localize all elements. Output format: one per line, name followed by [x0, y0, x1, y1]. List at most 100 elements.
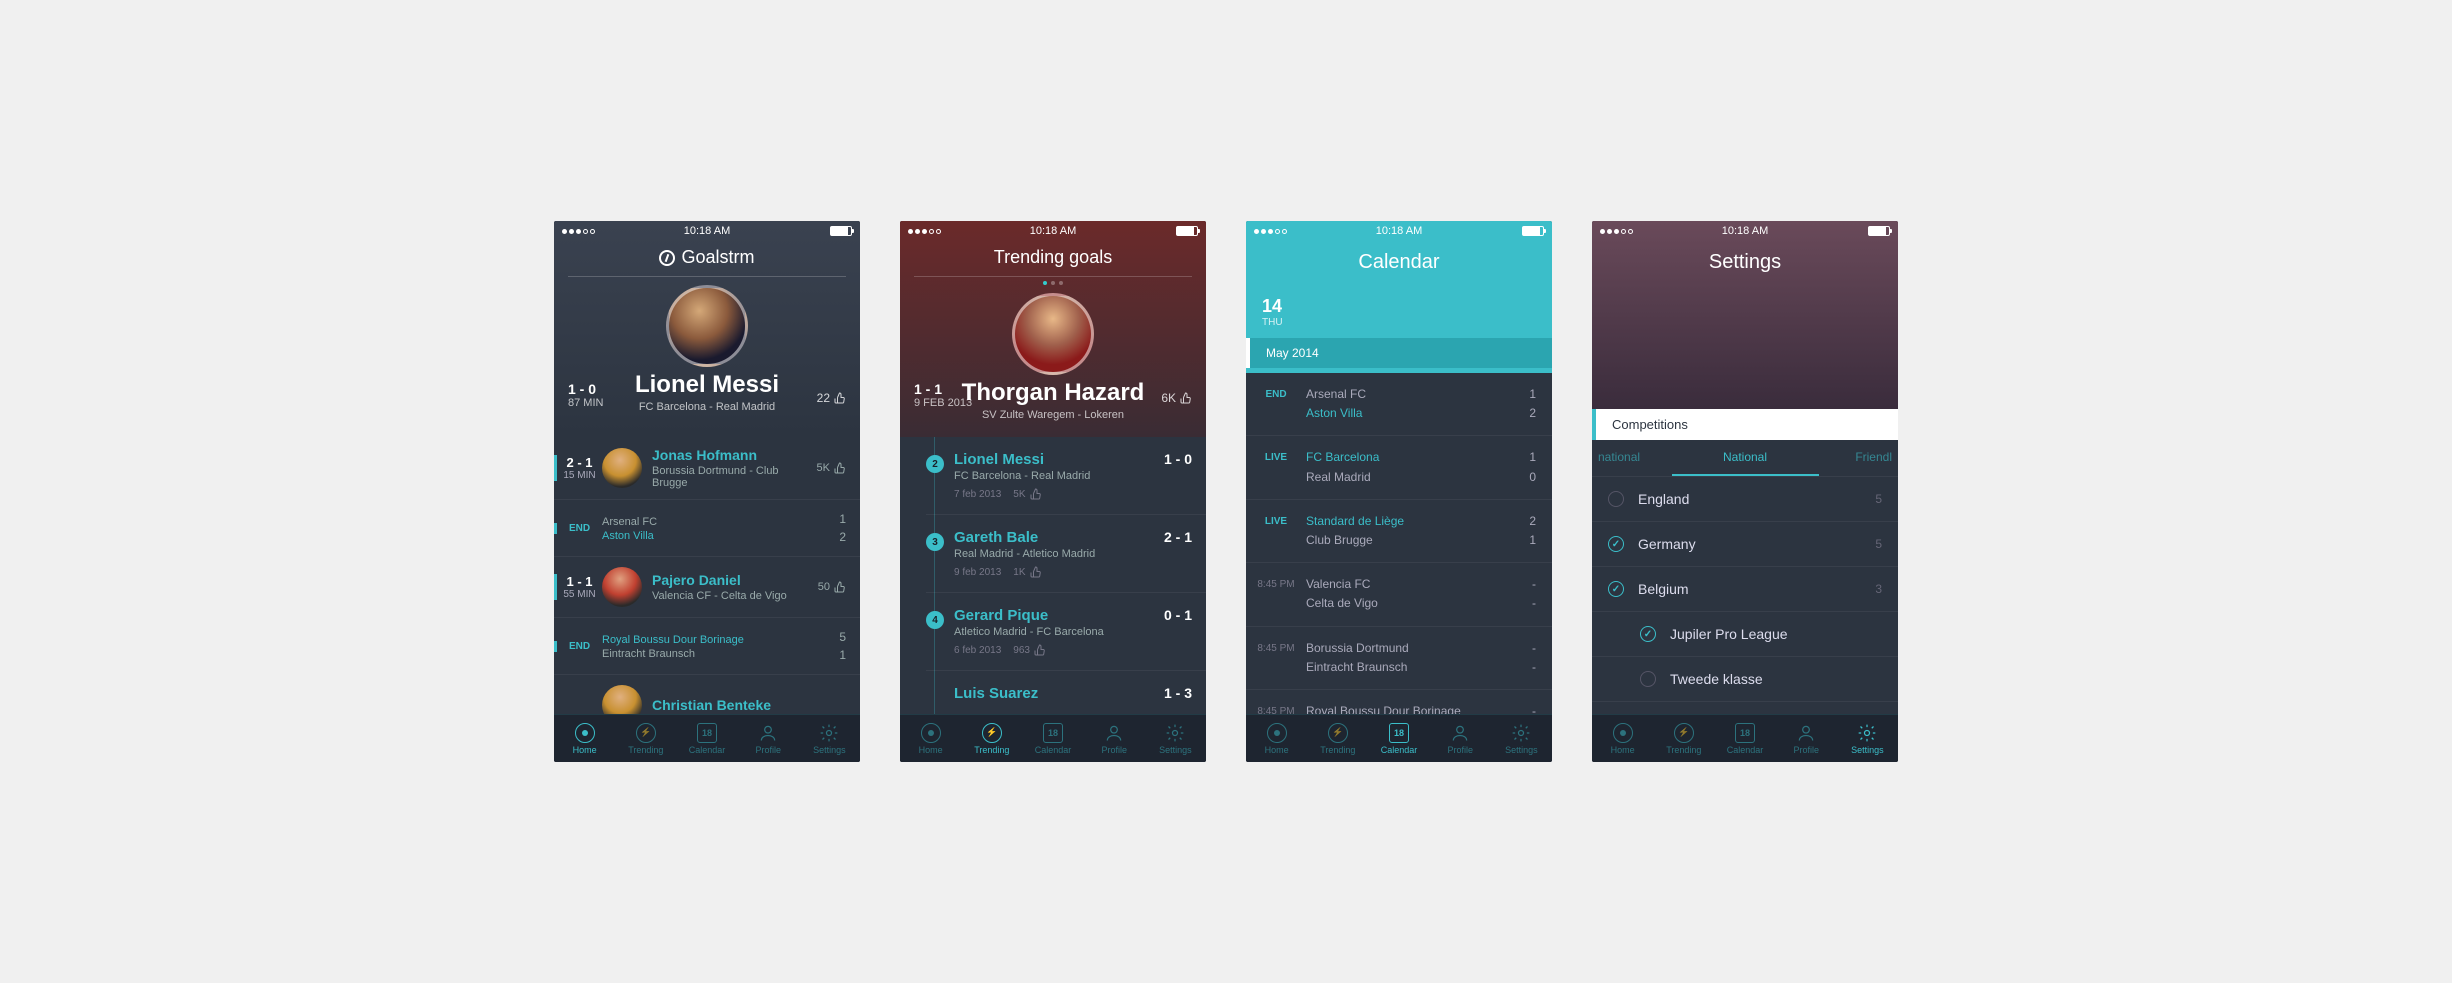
feed-item-player[interactable]: 1 - 1 55 MIN Pajero Daniel Valencia CF -…: [554, 557, 860, 618]
setting-label: Tweede klasse: [1670, 671, 1882, 687]
settings-header: Settings: [1592, 221, 1898, 409]
tab-trending[interactable]: ⚡ Trending: [615, 715, 676, 762]
hero-card[interactable]: Goalstrm Lionel Messi FC Barcelona - Rea…: [554, 221, 860, 437]
match-teams: Atletico Madrid - FC Barcelona: [954, 626, 1192, 638]
setting-label: Germany: [1638, 536, 1875, 552]
tab-trending[interactable]: ⚡Trending: [961, 715, 1022, 762]
calendar-match-row[interactable]: END Arsenal FC Aston Villa 1 2: [1246, 373, 1552, 436]
tab-trending[interactable]: ⚡Trending: [1307, 715, 1368, 762]
like-count[interactable]: 5K: [1013, 488, 1041, 500]
radio-icon: [1640, 671, 1656, 687]
trending-item[interactable]: 4 Gerard Pique 0 - 1 Atletico Madrid - F…: [926, 593, 1206, 671]
tab-profile[interactable]: Profile: [1776, 715, 1837, 762]
screen-settings: 10:18 AM Settings Competitions national …: [1592, 221, 1898, 762]
tab-settings[interactable]: Settings: [1837, 715, 1898, 762]
tab-calendar[interactable]: 18Calendar: [1022, 715, 1083, 762]
thumbs-up-icon: [834, 462, 846, 474]
tab-settings[interactable]: Settings: [1145, 715, 1206, 762]
tab-international[interactable]: national: [1592, 440, 1672, 476]
feed-list: 2 - 1 15 MIN Jonas Hofmann Borussia Dort…: [554, 437, 860, 714]
feed-item-match[interactable]: END Arsenal FC Aston Villa 1 2: [554, 500, 860, 557]
player-avatar: [666, 285, 748, 367]
page-title: Calendar: [1246, 251, 1552, 274]
tab-trending[interactable]: ⚡Trending: [1653, 715, 1714, 762]
setting-item-belgium[interactable]: Belgium 3: [1592, 567, 1898, 612]
setting-item-jupiler[interactable]: Jupiler Pro League: [1592, 612, 1898, 657]
thumbs-up-icon: [1030, 488, 1042, 500]
tab-calendar[interactable]: 18Calendar: [1714, 715, 1775, 762]
like-count[interactable]: 6K: [1161, 391, 1192, 405]
hero-date: 9 FEB 2013: [914, 397, 972, 409]
tab-settings[interactable]: Settings: [1491, 715, 1552, 762]
tab-settings[interactable]: Settings: [799, 715, 860, 762]
tab-calendar[interactable]: 18Calendar: [1368, 715, 1429, 762]
status-time: 10:18 AM: [1722, 225, 1768, 237]
home-icon: [1613, 723, 1633, 743]
feed-status: END: [554, 523, 602, 534]
status-bar: 10:18 AM: [554, 221, 860, 241]
tab-profile[interactable]: Profile: [1084, 715, 1145, 762]
team-away: Real Madrid: [1306, 468, 1516, 487]
tab-bar: Home ⚡Trending 18Calendar Profile Settin…: [1592, 714, 1898, 762]
feed-score-block: 1 - 1 55 MIN: [554, 574, 602, 600]
screen-calendar: 10:18 AM Calendar 14 THU May 2014 END Ar…: [1246, 221, 1552, 762]
trending-item[interactable]: 3 Gareth Bale 2 - 1 Real Madrid - Atleti…: [926, 515, 1206, 593]
trending-item[interactable]: 2 Lionel Messi 1 - 0 FC Barcelona - Real…: [926, 437, 1206, 515]
setting-item-england[interactable]: England 5: [1592, 477, 1898, 522]
signal-dots-icon: [1600, 229, 1633, 234]
feed-item-player[interactable]: Christian Benteke: [554, 675, 860, 714]
tab-calendar[interactable]: 18 Calendar: [676, 715, 737, 762]
match-teams: Valencia CF - Celta de Vigo: [652, 590, 818, 602]
team-away: Celta de Vigo: [1306, 594, 1516, 613]
setting-count: 5: [1875, 537, 1882, 551]
section-header: Competitions: [1592, 409, 1898, 440]
calendar-match-row[interactable]: LIVE Standard de Liège Club Brugge 2 1: [1246, 500, 1552, 563]
tab-profile[interactable]: Profile: [1430, 715, 1491, 762]
feed-item-player[interactable]: 2 - 1 15 MIN Jonas Hofmann Borussia Dort…: [554, 437, 860, 500]
player-name: Lionel Messi: [954, 451, 1044, 468]
like-count[interactable]: 50: [818, 581, 846, 593]
calendar-match-row[interactable]: LIVE FC Barcelona Real Madrid 1 0: [1246, 436, 1552, 499]
calendar-match-row[interactable]: 8:45 PM Borussia Dortmund Eintracht Brau…: [1246, 627, 1552, 690]
tab-home[interactable]: Home: [1246, 715, 1307, 762]
home-icon: [1267, 723, 1287, 743]
match-scores: - -: [1516, 575, 1536, 613]
tab-profile[interactable]: Profile: [738, 715, 799, 762]
tab-home[interactable]: Home: [1592, 715, 1653, 762]
setting-item-germany[interactable]: Germany 5: [1592, 522, 1898, 567]
tab-home[interactable]: Home: [900, 715, 961, 762]
calendar-match-row[interactable]: 8:45 PM Royal Boussu Dour Borinage Cercl…: [1246, 690, 1552, 714]
match-teams: FC Barcelona - Real Madrid: [954, 470, 1192, 482]
hero-score: 1 - 0: [568, 381, 603, 397]
setting-label: Jupiler Pro League: [1670, 626, 1882, 642]
trending-item[interactable]: Luis Suarez 1 - 3: [926, 671, 1206, 714]
team-home: Royal Boussu Dour Borinage: [602, 634, 839, 646]
feed-item-match[interactable]: END Royal Boussu Dour Borinage Eintracht…: [554, 618, 860, 675]
calendar-icon: 18: [1735, 723, 1755, 743]
team-home: Standard de Liège: [1306, 512, 1516, 531]
player-name: Gerard Pique: [954, 607, 1048, 624]
hero-card[interactable]: Trending goals Thorgan Hazard SV Zulte W…: [900, 221, 1206, 437]
month-label[interactable]: May 2014: [1246, 338, 1552, 368]
player-name: Jonas Hofmann: [652, 447, 817, 463]
match-teams: Borussia Dortmund - Club Brugge: [652, 465, 817, 489]
status-time: 10:18 AM: [684, 225, 730, 237]
selected-day[interactable]: 14 THU: [1262, 296, 1552, 328]
player-avatar: [1012, 293, 1094, 375]
trending-icon: ⚡: [636, 723, 656, 743]
player-name: Pajero Daniel: [652, 572, 818, 588]
tab-friendly[interactable]: Friendl: [1819, 440, 1899, 476]
like-count[interactable]: 1K: [1013, 566, 1041, 578]
calendar-icon: 18: [1043, 723, 1063, 743]
like-count[interactable]: 22: [817, 391, 846, 405]
calendar-match-row[interactable]: 8:45 PM Valencia FC Celta de Vigo - -: [1246, 563, 1552, 626]
tab-national[interactable]: National: [1672, 440, 1819, 476]
match-time: 8:45 PM: [1246, 639, 1306, 677]
like-count[interactable]: 5K: [817, 462, 846, 474]
gear-icon: [819, 723, 839, 743]
like-count[interactable]: 963: [1013, 644, 1046, 656]
goal-score: 0 - 1: [1164, 607, 1192, 623]
setting-item-tweede[interactable]: Tweede klasse: [1592, 657, 1898, 702]
gear-icon: [1165, 723, 1185, 743]
tab-home[interactable]: Home: [554, 715, 615, 762]
